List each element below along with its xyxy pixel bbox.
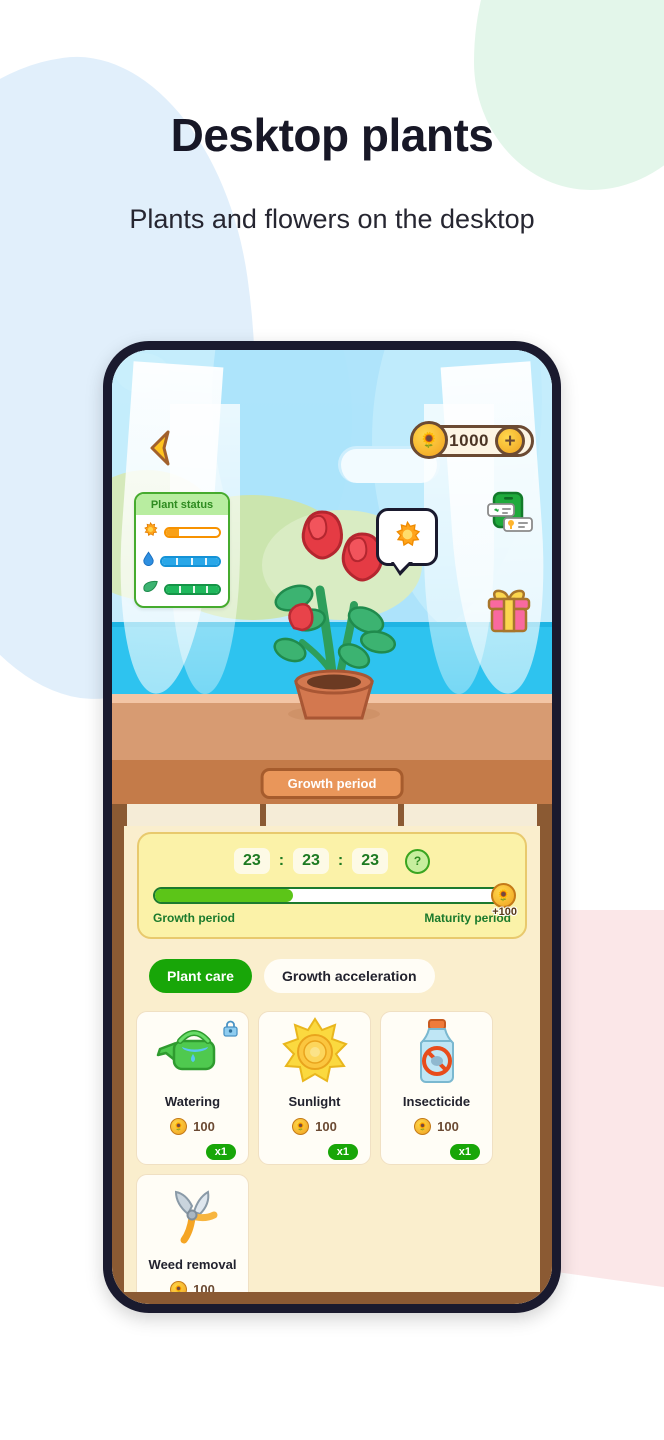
water-bar [160,555,221,567]
tab-growth-acceleration[interactable]: Growth acceleration [263,959,435,993]
item-price: 🌻 100 [170,1118,215,1135]
watering-can-icon [137,1012,248,1092]
plank-row [124,804,540,826]
progress-reward-label: +100 [491,905,518,919]
phone-screen: 🌻 1000 + Plant status Growth period 23:… [112,350,552,1304]
item-price: 🌻 100 [170,1281,215,1297]
item-name: Weed removal [148,1257,237,1272]
item-card-sunlight[interactable]: x1 Sunlight 🌻 100 [258,1011,371,1165]
coin-icon: 🌻 [292,1118,310,1135]
coin-icon: 🌻 [170,1281,188,1292]
help-icon[interactable]: ? [405,848,431,874]
item-price-value: 100 [315,1119,337,1134]
timer-seconds: 23 [352,848,389,874]
sun-icon [394,520,421,553]
timer-separator-1: : [278,852,285,869]
status-row-sunlight [143,521,221,542]
phone-mockup-frame: 🌻 1000 + Plant status Growth period 23:… [103,341,561,1313]
back-button[interactable] [142,428,176,468]
task-list-icon[interactable] [486,490,534,538]
item-price: 🌻 100 [292,1118,337,1135]
coin-amount: 1000 [449,431,489,450]
item-price-value: 100 [193,1282,215,1297]
item-quantity: x1 [449,1144,480,1160]
growth-period-badge[interactable]: Growth period [260,768,404,799]
add-coins-button[interactable]: + [495,426,525,456]
tab-plant-care[interactable]: Plant care [149,959,252,993]
water-drop-icon [143,551,154,571]
item-name: Watering [164,1094,221,1109]
coin-icon: 🌻 [414,1118,432,1135]
timer-minutes: 23 [293,848,329,874]
status-row-water [143,551,221,571]
growth-progress-fill [155,889,294,902]
item-price-value: 100 [193,1119,215,1134]
countdown-timer: 23 : 23 : 23 ? [153,848,511,874]
timer-separator-2: : [337,852,344,869]
plank [127,804,260,826]
spray-bottle-icon [381,1012,492,1092]
item-grid: x1 Watering 🌻 100 x1 Sunlight 🌻 100 x1 I… [136,1011,540,1297]
status-row-nutrition [143,580,221,598]
page-title: Desktop plants [170,109,494,161]
shears-icon [137,1175,248,1255]
timer-hours: 23 [233,848,270,874]
item-price-value: 100 [437,1119,459,1134]
item-name: Insecticide [402,1094,471,1109]
growth-timer-card: 23 : 23 : 23 ? 🌻 +100 Growth period Matu… [137,832,527,939]
coin-icon: 🌻 [410,421,449,459]
coin-icon: 🌻 [170,1118,188,1135]
item-quantity: x1 [327,1144,358,1160]
sun-icon [143,521,158,542]
leaf-icon [143,580,158,598]
item-card-watering[interactable]: x1 Watering 🌻 100 [136,1011,249,1165]
sunlight-bar [164,526,221,538]
page-subtitle: Plants and flowers on the desktop [129,204,535,234]
item-card-insecticide[interactable]: x1 Insecticide 🌻 100 [380,1011,493,1165]
plant-hint-bubble[interactable] [376,508,438,576]
nutrition-bar [164,583,221,595]
plant-status-title: Plant status [136,494,228,515]
plant-status-rows [136,515,228,606]
coin-balance-pill: 🌻 1000 + [410,421,534,459]
panel-content: 23 : 23 : 23 ? 🌻 +100 Growth period Matu… [112,804,552,1304]
item-name: Sunlight [288,1094,341,1109]
growth-progress-bar: 🌻 +100 [153,883,518,919]
gift-box-icon[interactable] [484,588,534,634]
coin-icon: 🌻 [491,883,516,908]
game-scene: 🌻 1000 + Plant status [112,350,552,760]
item-card-weed-removal[interactable]: x1 Weed removal 🌻 100 [136,1174,249,1297]
tab-bar: Plant care Growth acceleration [149,959,540,993]
page-header: Desktop plants Plants and flowers on the… [0,0,664,233]
item-quantity: x1 [205,1144,236,1160]
sun-icon [259,1012,370,1092]
progress-left-label: Growth period [153,911,235,925]
plant-status-panel: Plant status [134,492,230,608]
plank [265,804,399,826]
coin-balance-bar[interactable]: 🌻 1000 + [410,421,534,460]
progress-labels: Growth period Maturity period [153,911,511,925]
plank [404,804,538,826]
item-price: 🌻 100 [414,1118,459,1135]
